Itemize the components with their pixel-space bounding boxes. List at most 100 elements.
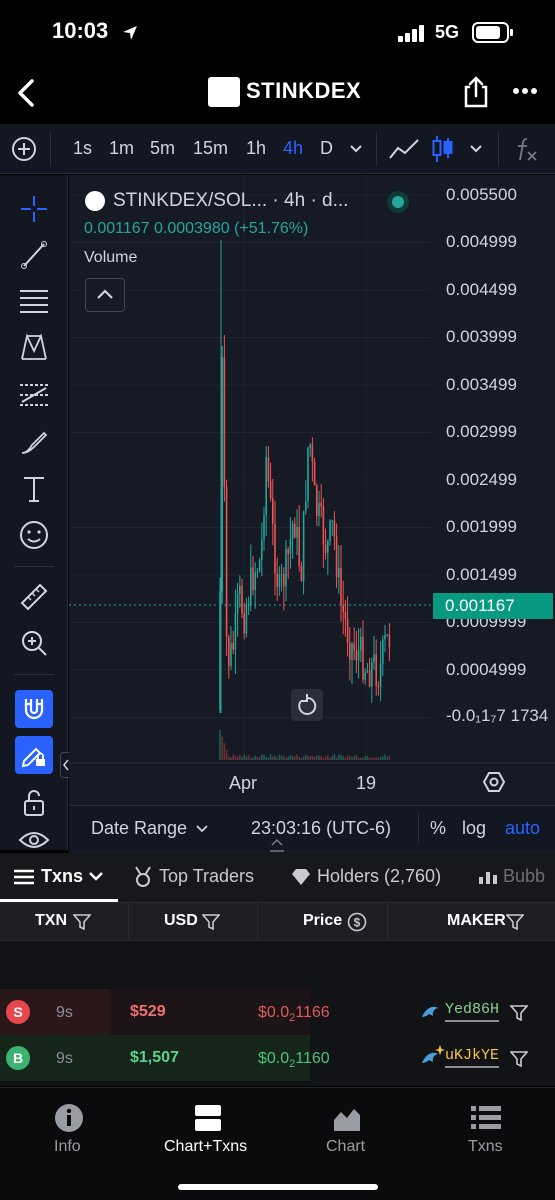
nav-chart-txns-label[interactable]: Chart+Txns xyxy=(164,1138,247,1156)
candle-body xyxy=(261,539,263,561)
sparkle-dolphin-icon xyxy=(422,1045,445,1063)
nav-txns-label[interactable]: Txns xyxy=(468,1138,503,1156)
tab-underline xyxy=(0,899,118,902)
volume-bar xyxy=(247,754,250,760)
add-indicator-icon[interactable] xyxy=(11,136,37,162)
price-prefix: $0.0 xyxy=(258,1050,290,1067)
percent-toggle[interactable]: % xyxy=(430,818,446,839)
candle-body xyxy=(373,654,375,663)
brush-tool[interactable] xyxy=(13,421,55,463)
timeframe-4h[interactable]: 4h xyxy=(283,138,303,159)
candle-body xyxy=(294,523,296,538)
volume-bar xyxy=(382,756,384,760)
ohlc-values: 0.001167 0.0003980 (+51.76%) xyxy=(84,220,309,237)
candles-icon[interactable] xyxy=(432,134,454,164)
tab-chevron-down-icon[interactable] xyxy=(88,871,104,883)
more-options-icon[interactable] xyxy=(512,86,538,96)
table-row[interactable]: S 9s $529 $0.021166 Yed86H xyxy=(0,989,555,1035)
table-row[interactable]: B 9s $1,507 $0.021160 uKJkYE xyxy=(0,1035,555,1081)
tab-top-traders[interactable]: Top Traders xyxy=(159,866,254,887)
usd-filter-icon[interactable] xyxy=(202,913,220,931)
timeframe-d[interactable]: D xyxy=(320,138,333,159)
maker-address[interactable]: uKJkYE xyxy=(445,1047,500,1068)
filter-maker-icon[interactable] xyxy=(510,1050,528,1068)
y-axis-label: 0.003999 xyxy=(446,327,517,346)
line-chart-style-icon[interactable] xyxy=(388,137,420,161)
log-toggle[interactable]: log xyxy=(462,818,486,839)
candle-body xyxy=(236,593,239,614)
maker-filter-icon[interactable] xyxy=(506,913,524,931)
magnet-tool[interactable] xyxy=(15,690,53,728)
candle-body xyxy=(386,634,388,636)
tools-divider xyxy=(14,674,54,675)
volume-bar xyxy=(309,756,311,760)
hide-drawings-tool[interactable] xyxy=(13,826,55,850)
y-axis-label: 0.0004999 xyxy=(446,660,527,679)
prediction-tool[interactable] xyxy=(13,374,55,416)
indicators-fx-icon[interactable] xyxy=(514,136,538,162)
price-digits: 1166 xyxy=(295,1004,330,1021)
currency-toggle-icon[interactable]: $ xyxy=(347,912,367,932)
timeframe-15m[interactable]: 15m xyxy=(193,138,228,159)
symbol-title[interactable]: STINKDEX/SOL... · 4h · d... xyxy=(113,190,348,212)
column-txn: TXN xyxy=(35,912,67,929)
timeframe-1s[interactable]: 1s xyxy=(73,138,92,159)
clock-readout[interactable]: 23:03:16 (UTC-6) xyxy=(251,818,391,839)
reset-chart-button[interactable] xyxy=(291,689,323,721)
candle-body xyxy=(327,541,329,553)
magnet-icon xyxy=(24,699,44,720)
battery-icon xyxy=(472,22,513,43)
trend-line-tool[interactable] xyxy=(13,234,55,276)
candle-body xyxy=(252,567,254,590)
lock-all-tool[interactable] xyxy=(13,782,55,824)
txn-filter-icon[interactable] xyxy=(73,913,91,931)
timeframe-5m[interactable]: 5m xyxy=(150,138,175,159)
timeframe-chevron-down-icon[interactable] xyxy=(349,144,363,154)
volume-bar xyxy=(232,754,234,760)
lock-drawing-tool[interactable] xyxy=(15,736,53,774)
list-menu-icon xyxy=(14,869,34,885)
chart-settings-icon[interactable] xyxy=(482,770,506,794)
tab-holders[interactable]: Holders (2,760) xyxy=(317,866,441,887)
share-icon[interactable] xyxy=(462,76,490,108)
volume-bar xyxy=(291,756,294,760)
area-chart-icon xyxy=(334,1109,360,1131)
measure-tool[interactable] xyxy=(13,576,55,618)
volume-bar xyxy=(280,755,283,760)
nav-info-label[interactable]: Info xyxy=(54,1138,81,1156)
pattern-tool[interactable] xyxy=(13,326,55,368)
timeframe-1m[interactable]: 1m xyxy=(109,138,134,159)
filter-maker-icon[interactable] xyxy=(510,1004,528,1022)
zoom-tool[interactable] xyxy=(13,622,55,664)
candle-body xyxy=(305,501,307,512)
candle-body xyxy=(340,567,342,605)
crosshair-icon xyxy=(21,196,47,222)
candle-body xyxy=(298,526,300,566)
text-tool[interactable] xyxy=(13,468,55,510)
maker-address[interactable]: Yed86H xyxy=(445,1001,500,1022)
timeframe-1h[interactable]: 1h xyxy=(246,138,266,159)
brush-icon xyxy=(21,431,48,454)
tab-txns[interactable]: Txns xyxy=(41,866,83,887)
candle-body xyxy=(320,502,322,507)
chart-type-chevron-down-icon[interactable] xyxy=(469,144,483,154)
back-chevron-icon[interactable] xyxy=(14,78,40,108)
candle-body xyxy=(366,670,369,673)
volume-bar xyxy=(261,754,263,760)
txn-price: $0.021160 xyxy=(258,1050,330,1070)
volume-bar xyxy=(267,757,270,760)
tools-divider xyxy=(14,566,54,567)
candle-body xyxy=(289,538,292,555)
emoji-tool[interactable] xyxy=(13,514,55,556)
pattern-icon xyxy=(21,333,47,360)
auto-toggle[interactable]: auto xyxy=(505,818,540,839)
candle-body xyxy=(267,457,270,482)
tab-bubblemap[interactable]: Bubb xyxy=(503,866,545,887)
fib-tool[interactable] xyxy=(13,280,55,322)
nav-chart-label[interactable]: Chart xyxy=(326,1138,365,1156)
crosshair-tool[interactable] xyxy=(13,188,55,230)
location-arrow-icon xyxy=(123,26,137,40)
date-range-button[interactable]: Date Range xyxy=(91,818,187,839)
date-range-chevron-icon[interactable] xyxy=(195,824,209,834)
collapse-legend-button[interactable] xyxy=(85,278,125,312)
